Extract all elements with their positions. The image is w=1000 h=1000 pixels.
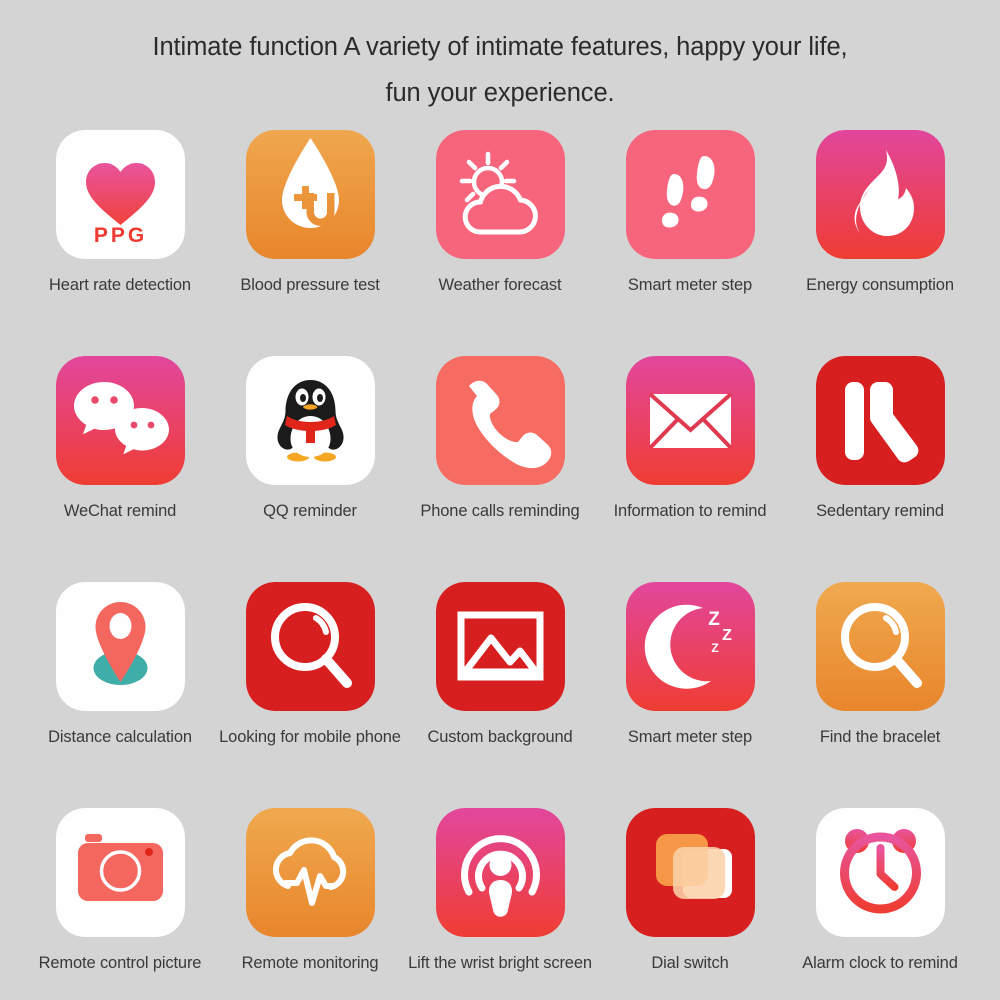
feature-label: Heart rate detection — [49, 276, 191, 294]
feature-item-smart-meter-step-2[interactable]: Z Z Z Smart meter step — [595, 582, 785, 808]
feature-item-information-to-remind[interactable]: Information to remind — [595, 356, 785, 582]
phone-handset-icon[interactable] — [435, 356, 565, 485]
flame-icon[interactable] — [815, 130, 945, 259]
feature-label: QQ reminder — [263, 502, 357, 520]
wechat-bubbles-icon[interactable] — [55, 356, 185, 485]
map-pin-icon[interactable] — [55, 582, 185, 711]
feature-label: Distance calculation — [48, 728, 192, 746]
picture-frame-icon[interactable] — [435, 582, 565, 711]
feature-grid: PPG Heart rate detection Blood pressure … — [25, 130, 975, 1000]
moon-zzz-icon[interactable]: Z Z Z — [625, 582, 755, 711]
feature-item-wechat-remind[interactable]: WeChat remind — [25, 356, 215, 582]
feature-item-remote-monitoring[interactable]: Remote monitoring — [215, 808, 405, 1000]
feature-label: Lift the wrist bright screen — [408, 954, 592, 972]
feature-item-smart-meter-step[interactable]: Smart meter step — [595, 130, 785, 356]
broadcast-person-icon[interactable] — [435, 808, 565, 937]
feature-label: Phone calls reminding — [420, 502, 580, 520]
page-title: Intimate function A variety of intimate … — [60, 24, 940, 116]
feature-label: Smart meter step — [627, 728, 753, 746]
sedentary-person-icon[interactable] — [815, 356, 945, 485]
page-title-line-1: Intimate function A variety of intimate … — [152, 33, 848, 61]
footsteps-icon[interactable] — [625, 130, 755, 259]
sun-cloud-icon[interactable] — [435, 130, 565, 259]
feature-item-qq-reminder[interactable]: QQ reminder — [215, 356, 405, 582]
feature-item-sedentary-remind[interactable]: Sedentary remind — [785, 356, 975, 582]
feature-label: Information to remind — [613, 502, 767, 520]
feature-label: WeChat remind — [63, 502, 177, 520]
feature-item-remote-control-picture[interactable]: Remote control picture — [25, 808, 215, 1000]
svg-text:Z: Z — [708, 609, 720, 630]
camera-icon[interactable] — [55, 808, 185, 937]
feature-item-looking-for-mobile-phone[interactable]: Looking for mobile phone — [215, 582, 405, 808]
envelope-icon[interactable] — [625, 356, 755, 485]
feature-label: Weather forecast — [438, 276, 562, 294]
feature-label: Sedentary remind — [816, 502, 944, 520]
svg-text:Z: Z — [722, 627, 732, 644]
feature-label: Remote control picture — [38, 954, 202, 972]
alarm-clock-icon[interactable] — [815, 808, 945, 937]
feature-label: Find the bracelet — [819, 728, 941, 746]
feature-item-blood-pressure-test[interactable]: Blood pressure test — [215, 130, 405, 356]
feature-label: Smart meter step — [627, 276, 753, 294]
feature-item-heart-rate-detection[interactable]: PPG Heart rate detection — [25, 130, 215, 356]
feature-label: Remote monitoring — [241, 954, 379, 972]
feature-item-alarm-clock-remind[interactable]: Alarm clock to remind — [785, 808, 975, 1000]
cloud-pulse-icon[interactable] — [245, 808, 375, 937]
feature-label: Looking for mobile phone — [219, 728, 401, 746]
feature-item-phone-calls-reminding[interactable]: Phone calls reminding — [405, 356, 595, 582]
feature-item-distance-calculation[interactable]: Distance calculation — [25, 582, 215, 808]
feature-item-find-the-bracelet[interactable]: Find the bracelet — [785, 582, 975, 808]
page-title-line-2: fun your experience. — [385, 79, 615, 107]
feature-label: Dial switch — [651, 954, 729, 972]
svg-text:PPG: PPG — [93, 224, 146, 247]
blood-droplet-icon[interactable] — [245, 130, 375, 259]
heart-ppg-icon[interactable]: PPG — [55, 130, 185, 259]
svg-text:Z: Z — [711, 641, 718, 655]
feature-label: Custom background — [427, 728, 573, 746]
qq-penguin-icon[interactable] — [245, 356, 375, 485]
feature-item-dial-switch[interactable]: Dial switch — [595, 808, 785, 1000]
feature-label: Blood pressure test — [240, 276, 380, 294]
feature-item-weather-forecast[interactable]: Weather forecast — [405, 130, 595, 356]
magnifier-icon[interactable] — [245, 582, 375, 711]
feature-grid-page: Intimate function A variety of intimate … — [0, 0, 1000, 1000]
feature-item-energy-consumption[interactable]: Energy consumption — [785, 130, 975, 356]
layered-squares-icon[interactable] — [625, 808, 755, 937]
feature-label: Energy consumption — [806, 276, 954, 294]
feature-item-lift-wrist-bright[interactable]: Lift the wrist bright screen — [405, 808, 595, 1000]
magnifier-icon[interactable] — [815, 582, 945, 711]
feature-item-custom-background[interactable]: Custom background — [405, 582, 595, 808]
feature-label: Alarm clock to remind — [802, 954, 958, 972]
